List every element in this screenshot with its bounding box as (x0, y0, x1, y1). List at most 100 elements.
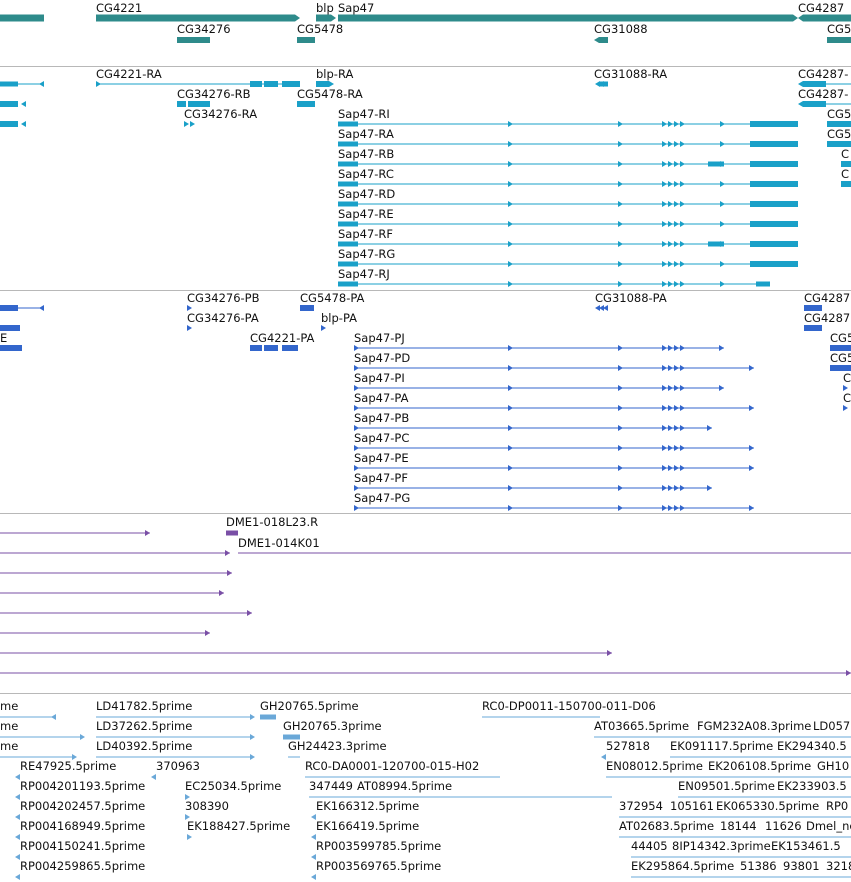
feature-exon[interactable] (798, 101, 826, 107)
feature-exon[interactable] (300, 305, 314, 311)
est-label[interactable]: EK188427.5prime (187, 820, 290, 833)
strand-arrow-icon[interactable] (39, 81, 44, 87)
strand-arrow-icon[interactable] (227, 570, 232, 576)
strand-arrow-icon[interactable] (250, 754, 255, 760)
transcript-label[interactable]: CG34276-PA (187, 312, 259, 325)
strand-arrow-icon[interactable] (508, 241, 513, 247)
transcript-label[interactable]: Sap47-RC (338, 168, 394, 181)
strand-arrow-icon[interactable] (668, 365, 673, 371)
feature-exon[interactable] (316, 14, 336, 22)
feature-exon[interactable] (756, 281, 770, 287)
strand-arrow-icon[interactable] (39, 305, 44, 311)
strand-arrow-icon[interactable] (662, 485, 667, 491)
strand-arrow-icon[interactable] (720, 201, 725, 207)
transcript-label[interactable]: Sap47-RA (338, 128, 394, 141)
strand-arrow-icon[interactable] (680, 425, 685, 431)
strand-arrow-icon[interactable] (668, 161, 673, 167)
strand-arrow-icon[interactable] (749, 365, 754, 371)
feature-exon[interactable] (708, 241, 724, 247)
strand-arrow-icon[interactable] (662, 221, 667, 227)
feature-exon[interactable] (96, 14, 300, 22)
strand-arrow-icon[interactable] (662, 261, 667, 267)
strand-arrow-icon[interactable] (843, 405, 848, 411)
transcript-label[interactable]: Sap47-PG (354, 492, 410, 505)
est-label[interactable]: 372954 (619, 800, 663, 813)
transcript-label[interactable]: CG4287- (798, 88, 848, 101)
est-label[interactable]: AT08994.5prime (357, 780, 452, 793)
est-label[interactable]: 93801 (783, 860, 820, 873)
strand-arrow-icon[interactable] (250, 714, 255, 720)
strand-arrow-icon[interactable] (219, 590, 224, 596)
transcript-label[interactable]: CG34276-PB (187, 292, 260, 305)
strand-arrow-icon[interactable] (508, 201, 513, 207)
transcript-label[interactable]: CG34276-RA (184, 108, 257, 121)
strand-arrow-icon[interactable] (680, 405, 685, 411)
strand-arrow-icon[interactable] (680, 505, 685, 511)
feature-exon[interactable] (250, 81, 262, 87)
strand-arrow-icon[interactable] (311, 874, 316, 880)
transcript-label[interactable]: CG5 (830, 332, 851, 345)
strand-arrow-icon[interactable] (662, 425, 667, 431)
strand-arrow-icon[interactable] (674, 445, 679, 451)
feature-exon[interactable] (0, 305, 18, 311)
feature-exon[interactable] (750, 141, 798, 147)
strand-arrow-icon[interactable] (508, 465, 513, 471)
feature-exon[interactable] (264, 345, 278, 351)
est-label[interactable]: GH20765.3prime (283, 720, 382, 733)
strand-arrow-icon[interactable] (707, 485, 712, 491)
est-label[interactable]: RP004202457.5prime (20, 800, 145, 813)
feature-exon[interactable] (264, 81, 278, 87)
feature-exon[interactable] (708, 161, 724, 167)
est-label[interactable]: EK065330.5prime (716, 800, 819, 813)
feature-exon[interactable] (282, 345, 298, 351)
strand-arrow-icon[interactable] (674, 261, 679, 267)
strand-arrow-icon[interactable] (662, 201, 667, 207)
est-label[interactable]: RP004168949.5prime (20, 820, 145, 833)
transcript-label[interactable]: CG5 (827, 108, 851, 121)
transcript-label[interactable]: CG4287 (804, 312, 850, 325)
est-label[interactable]: EN09501.5prime (678, 780, 775, 793)
strand-arrow-icon[interactable] (618, 141, 623, 147)
strand-arrow-icon[interactable] (720, 141, 725, 147)
strand-arrow-icon[interactable] (668, 485, 673, 491)
est-label[interactable]: 44405 (631, 840, 668, 853)
est-label[interactable]: RC0-DP0011-150700-011-D06 (482, 700, 656, 713)
est-label[interactable]: RC0-DA0001-120700-015-H02 (305, 760, 479, 773)
strand-arrow-icon[interactable] (720, 221, 725, 227)
strand-arrow-icon[interactable] (668, 445, 673, 451)
strand-arrow-icon[interactable] (662, 465, 667, 471)
est-label[interactable]: RP004150241.5prime (20, 840, 145, 853)
feature-exon[interactable] (250, 345, 262, 351)
est-label[interactable]: 370963 (156, 760, 200, 773)
strand-arrow-icon[interactable] (662, 385, 667, 391)
strand-arrow-icon[interactable] (719, 345, 724, 351)
strand-arrow-icon[interactable] (668, 141, 673, 147)
feature-exon[interactable] (0, 121, 18, 127)
strand-arrow-icon[interactable] (250, 734, 255, 740)
strand-arrow-icon[interactable] (187, 325, 192, 331)
strand-arrow-icon[interactable] (662, 281, 667, 287)
strand-arrow-icon[interactable] (508, 141, 513, 147)
transcript-label[interactable]: Sap47-PD (354, 352, 410, 365)
est-label[interactable]: 51386 (740, 860, 777, 873)
strand-arrow-icon[interactable] (21, 121, 26, 127)
strand-arrow-icon[interactable] (321, 325, 326, 331)
strand-arrow-icon[interactable] (618, 221, 623, 227)
strand-arrow-icon[interactable] (749, 505, 754, 511)
strand-arrow-icon[interactable] (674, 465, 679, 471)
est-label[interactable]: me (0, 720, 18, 733)
feature-exon[interactable] (750, 121, 798, 127)
strand-arrow-icon[interactable] (80, 734, 85, 740)
strand-arrow-icon[interactable] (508, 161, 513, 167)
strand-arrow-icon[interactable] (680, 201, 685, 207)
gene-label[interactable]: CG5 (827, 23, 851, 36)
feature-exon[interactable] (798, 14, 851, 22)
strand-arrow-icon[interactable] (719, 385, 724, 391)
est-label[interactable]: me (0, 700, 18, 713)
transcript-label[interactable]: CG5 (827, 128, 851, 141)
gene-feature[interactable] (297, 37, 315, 43)
gene-label[interactable]: blp (316, 2, 334, 15)
strand-arrow-icon[interactable] (662, 365, 667, 371)
transcript-label[interactable]: Sap47-RD (338, 188, 395, 201)
strand-arrow-icon[interactable] (680, 141, 685, 147)
